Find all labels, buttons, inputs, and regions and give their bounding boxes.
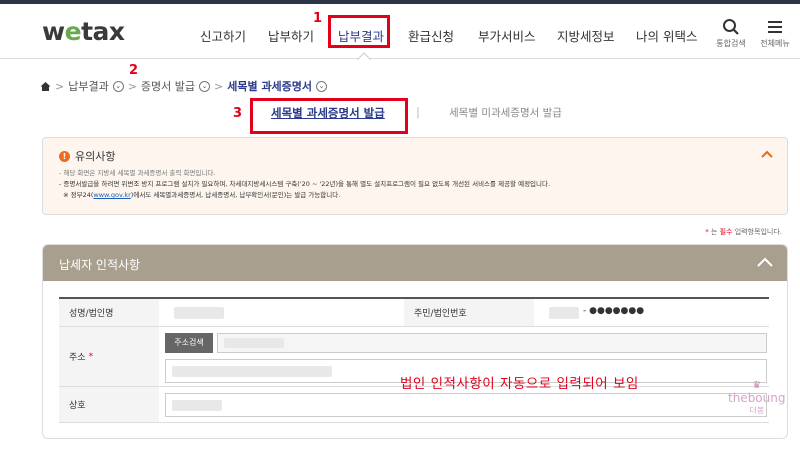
watermark-sub: 더봉 [749, 406, 765, 415]
nav-item-extra-services[interactable]: 부가서비스 [478, 26, 536, 45]
watermark: ♛ theboung 더봉 [728, 380, 785, 416]
zipcode-field[interactable] [217, 333, 767, 353]
nav-item-my-wetax[interactable]: 나의 위택스 [636, 26, 697, 45]
company-label: 상호 [59, 387, 159, 422]
breadcrumb: > 납부결과 ⌄ > 증명서 발급 ⌄ > 세목별 과세증명서 ⌄ [40, 78, 328, 94]
notice-title[interactable]: ! 유의사항 [59, 148, 115, 164]
breadcrumb-separator-icon: > [214, 79, 224, 93]
search-icon [723, 19, 739, 35]
home-icon[interactable] [40, 81, 51, 92]
breadcrumb-item-certificate[interactable]: 증명서 발급 [141, 78, 195, 94]
address-label-text: 주소 [69, 353, 86, 363]
zipcode-redacted [224, 338, 284, 348]
required-note-red: 필수 [719, 228, 733, 236]
chevron-down-icon[interactable]: ⌄ [316, 80, 328, 92]
tab-non-taxation-certificate[interactable]: 세목별 미과세증명서 발급 [449, 105, 562, 120]
taxpayer-info-panel: 납세자 인적사항 성명/법인명 주민/법인번호 - ●●●●●●● 주소 * 주소… [42, 244, 788, 439]
address-search-button[interactable]: 주소검색 [165, 333, 213, 353]
table-row: 성명/법인명 주민/법인번호 - ●●●●●●● [59, 299, 769, 327]
highlight-box-tab [250, 98, 408, 134]
site-header: wetax 신고하기 납부하기 납부결과 환급신청 부가서비스 지방세정보 나의… [0, 4, 800, 60]
panel-title: 납세자 인적사항 [59, 258, 141, 272]
logo-text-w: w [42, 17, 65, 46]
company-field[interactable] [165, 393, 767, 417]
address-redacted [172, 366, 332, 377]
chevron-up-icon[interactable] [757, 257, 773, 267]
search-util[interactable]: 통합검색 [716, 18, 746, 49]
id-label-text: 주민/법인번호 [414, 309, 467, 319]
gov24-link[interactable]: www.gov.kr [93, 191, 130, 199]
name-label: 성명/법인명 [59, 299, 159, 326]
id-value-masked: - ●●●●●●● [583, 306, 645, 316]
id-value-redacted [549, 307, 579, 319]
nav-item-local-tax-info[interactable]: 지방세정보 [557, 26, 615, 45]
menu-util[interactable]: 전체메뉴 [760, 18, 790, 49]
address-label: 주소 * [59, 327, 159, 386]
hamburger-icon [768, 21, 782, 33]
chevron-down-icon[interactable]: ⌄ [199, 80, 211, 92]
nav-item-pay[interactable]: 납부하기 [268, 26, 314, 45]
logo-text-tax: tax [81, 17, 125, 46]
required-star: * [88, 351, 94, 362]
notice-line-text: )에서도 세목별과세증명서, 납세증명서, 납부확인서(문인)는 발급 가능합니… [130, 191, 341, 199]
search-label: 통합검색 [716, 39, 746, 48]
active-nav-pointer-icon [357, 52, 371, 60]
breadcrumb-separator-icon: > [55, 79, 65, 93]
breadcrumb-item-current[interactable]: 세목별 과세증명서 [227, 78, 312, 94]
nav-item-file-return[interactable]: 신고하기 [200, 26, 246, 45]
id-label: 주민/법인번호 [404, 299, 534, 326]
company-redacted [172, 400, 222, 411]
step-marker-2: 2 [129, 63, 139, 78]
breadcrumb-item-payment-result[interactable]: 납부결과 [68, 78, 108, 94]
notice-line: ※ 정부24(www.gov.kr)에서도 세목별과세증명서, 납세증명서, 납… [59, 190, 550, 201]
company-label-text: 상호 [69, 401, 86, 411]
notice-line-text: ※ 정부24( [63, 191, 94, 199]
notice-title-text: 유의사항 [75, 150, 116, 163]
chevron-up-icon[interactable] [761, 146, 773, 162]
logo-text-e: e [64, 17, 82, 46]
notice-box: ! 유의사항 - 해당 화면은 지방세 세목별 과세증명서 출력 화면입니다. … [42, 137, 788, 215]
annotation-text: 법인 인적사항이 자동으로 입력되어 보임 [400, 376, 639, 392]
notice-line: - 해당 화면은 지방세 세목별 과세증명서 출력 화면입니다. [59, 169, 216, 177]
wetax-logo[interactable]: wetax [42, 17, 125, 46]
required-note-text: 는 [708, 228, 720, 236]
required-note: * 는 필수 입력항목입니다. [705, 227, 782, 237]
taxpayer-table: 성명/법인명 주민/법인번호 - ●●●●●●● 주소 * 주소검색 상호 [59, 297, 769, 423]
name-value-redacted [174, 307, 224, 319]
step-marker-1: 1 [313, 11, 323, 26]
notice-body: - 해당 화면은 지방세 세목별 과세증명서 출력 화면입니다. - 증명서발급… [59, 168, 550, 201]
panel-header[interactable]: 납세자 인적사항 [43, 245, 787, 281]
chevron-down-icon[interactable]: ⌄ [112, 80, 124, 92]
name-label-text: 성명/법인명 [69, 309, 114, 319]
breadcrumb-separator-icon: > [127, 79, 137, 93]
table-row: 상호 [59, 387, 769, 423]
menu-label: 전체메뉴 [760, 39, 790, 48]
notice-line: - 증명서발급을 하려면 위변조 방지 프로그램 설치가 필요하며, 차세대지방… [59, 180, 551, 188]
tab-divider: | [416, 105, 420, 119]
step-marker-3: 3 [233, 106, 243, 121]
alert-icon: ! [59, 150, 70, 162]
nav-item-refund[interactable]: 환급신청 [408, 26, 454, 45]
crown-icon: ♛ [752, 380, 762, 391]
required-note-text: 입력항목입니다. [732, 228, 782, 236]
highlight-box-nav [328, 15, 390, 48]
watermark-name: theboung [728, 391, 786, 405]
